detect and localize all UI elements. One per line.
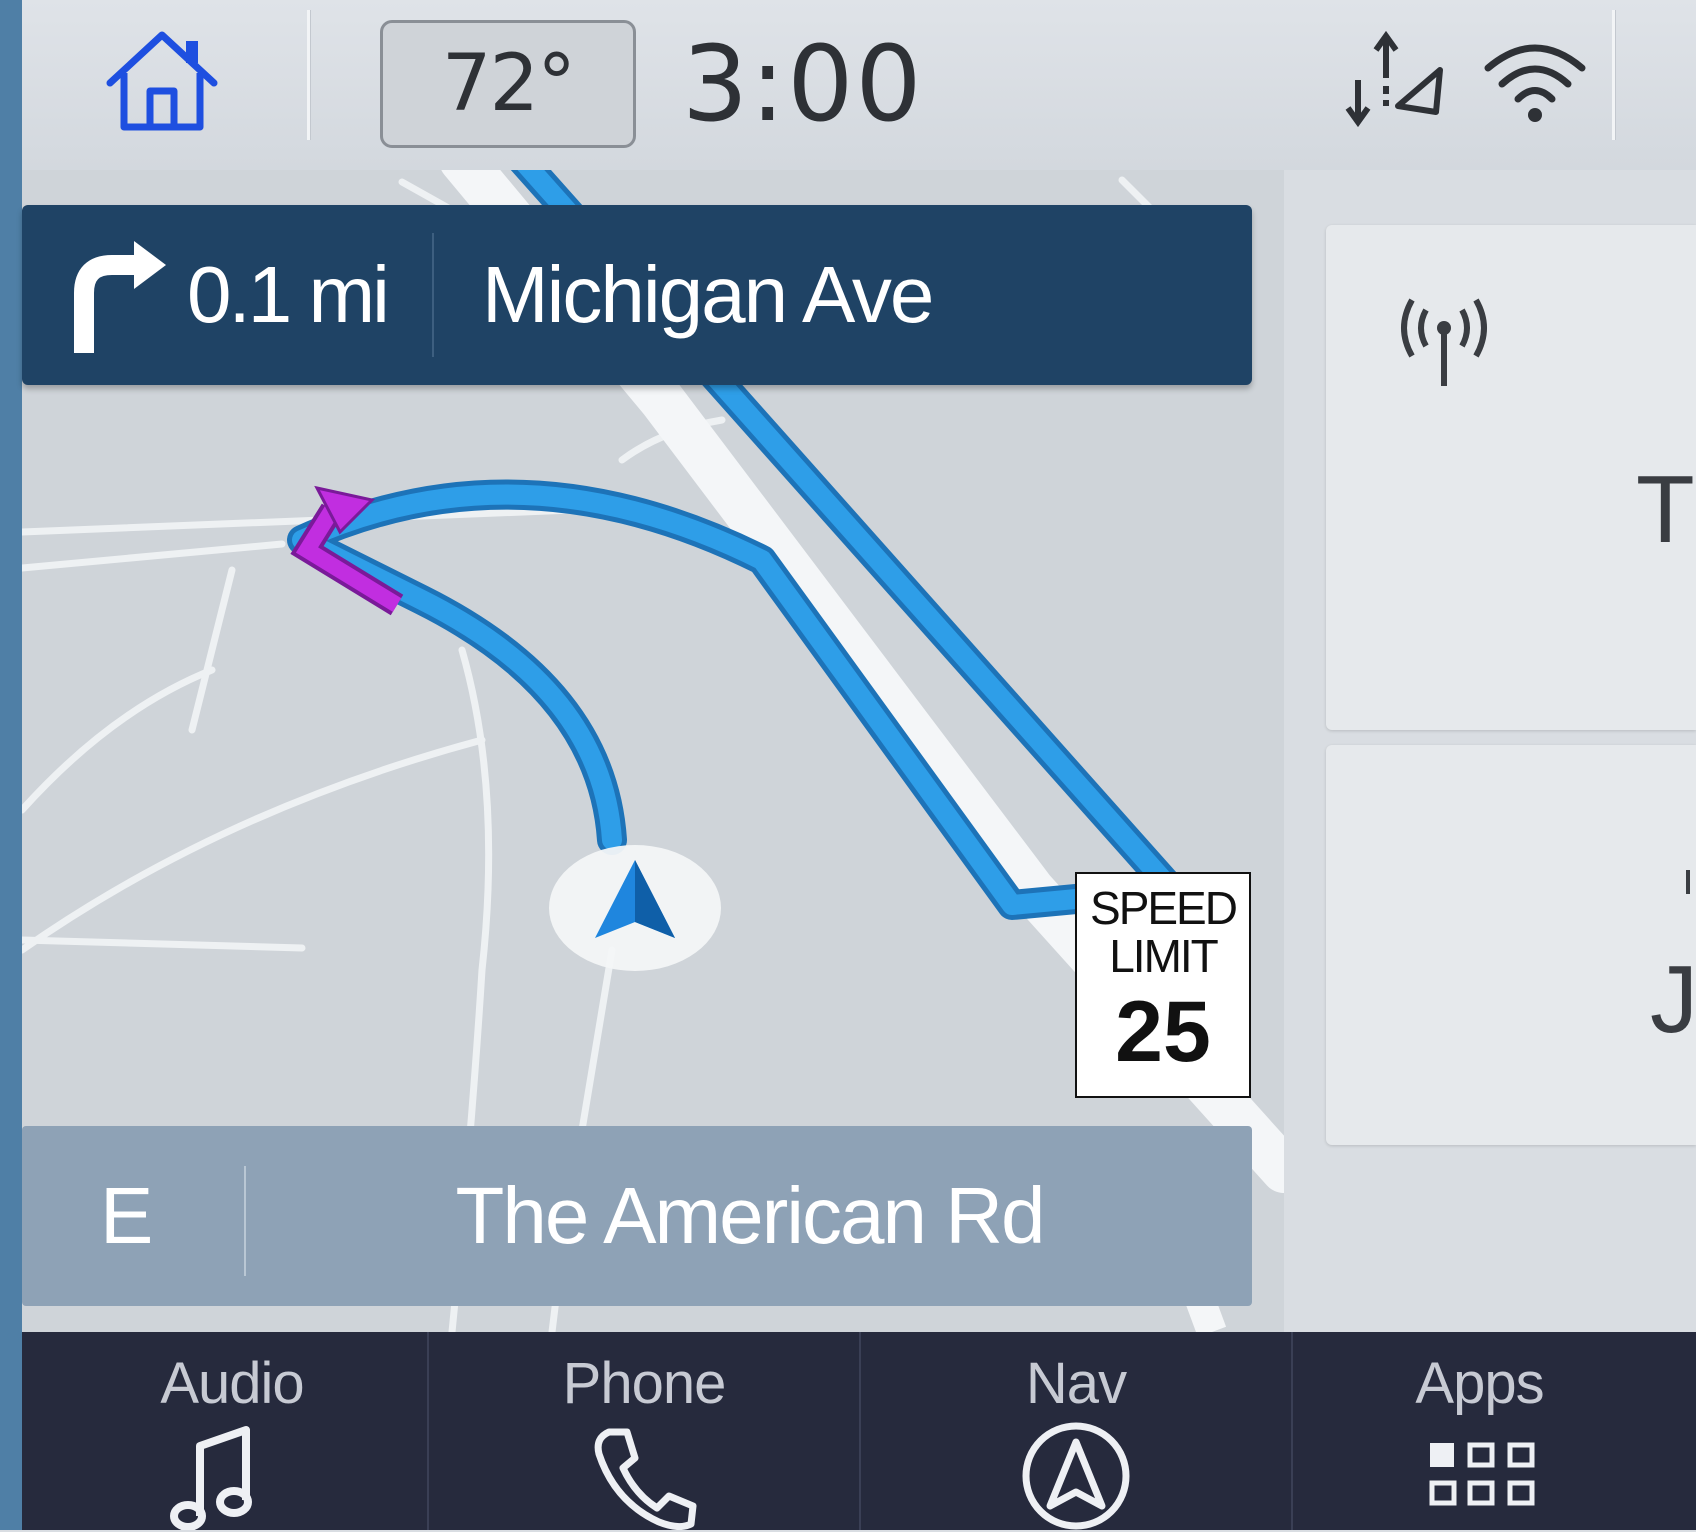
home-button[interactable] (102, 25, 222, 140)
wifi-icon (1480, 36, 1590, 130)
phone-icon (594, 1428, 697, 1530)
clock: 3:00 (682, 23, 924, 145)
status-bar: 72° 3:00 (22, 0, 1696, 170)
nav-audio-label: Audio (160, 1351, 304, 1416)
radio-antenna-icon (1394, 290, 1494, 394)
nav-audio-button[interactable]: Audio (22, 1332, 427, 1530)
nav-phone-button[interactable]: Phone (429, 1332, 859, 1530)
nav-phone-label: Phone (562, 1351, 727, 1416)
current-street-name: The American Rd (455, 1171, 1045, 1260)
bottom-navigation: Audio Phone Nav Apps (22, 1332, 1696, 1530)
street-bar-divider (244, 1166, 246, 1276)
media-card-indicator (1686, 870, 1690, 894)
turn-right-icon (62, 235, 172, 359)
vehicle-position-marker (547, 842, 723, 974)
nav-apps-label: Apps (1415, 1351, 1544, 1416)
banner-divider (432, 233, 434, 357)
gps-signal-icon (1340, 30, 1450, 134)
speed-limit-value: 25 (1115, 984, 1211, 1080)
media-card-text: J (1650, 946, 1696, 1053)
turn-distance: 0.1 mi (187, 250, 390, 339)
temperature-button[interactable]: 72° (380, 20, 636, 148)
media-card[interactable] (1326, 745, 1696, 1145)
current-street-bar: E The American Rd (22, 1126, 1252, 1306)
next-street-name: Michigan Ave (482, 250, 934, 339)
audio-card-text: T (1636, 456, 1695, 563)
speed-limit-sign: SPEED LIMIT 25 (1075, 872, 1251, 1098)
status-divider (1612, 10, 1615, 140)
speed-limit-label: SPEED LIMIT (1090, 882, 1238, 982)
left-edge-rail (0, 0, 22, 1530)
compass-heading: E (100, 1171, 154, 1260)
status-divider (307, 10, 310, 140)
nav-nav-label: Nav (1025, 1351, 1127, 1416)
apps-grid-icon (1429, 1442, 1535, 1506)
navigation-icon (1022, 1422, 1130, 1530)
nav-nav-button[interactable]: Nav (861, 1332, 1291, 1530)
music-note-icon (170, 1426, 252, 1530)
next-turn-banner[interactable]: 0.1 mi Michigan Ave (22, 205, 1252, 385)
home-icon (106, 31, 218, 131)
nav-apps-button[interactable]: Apps (1293, 1332, 1696, 1530)
